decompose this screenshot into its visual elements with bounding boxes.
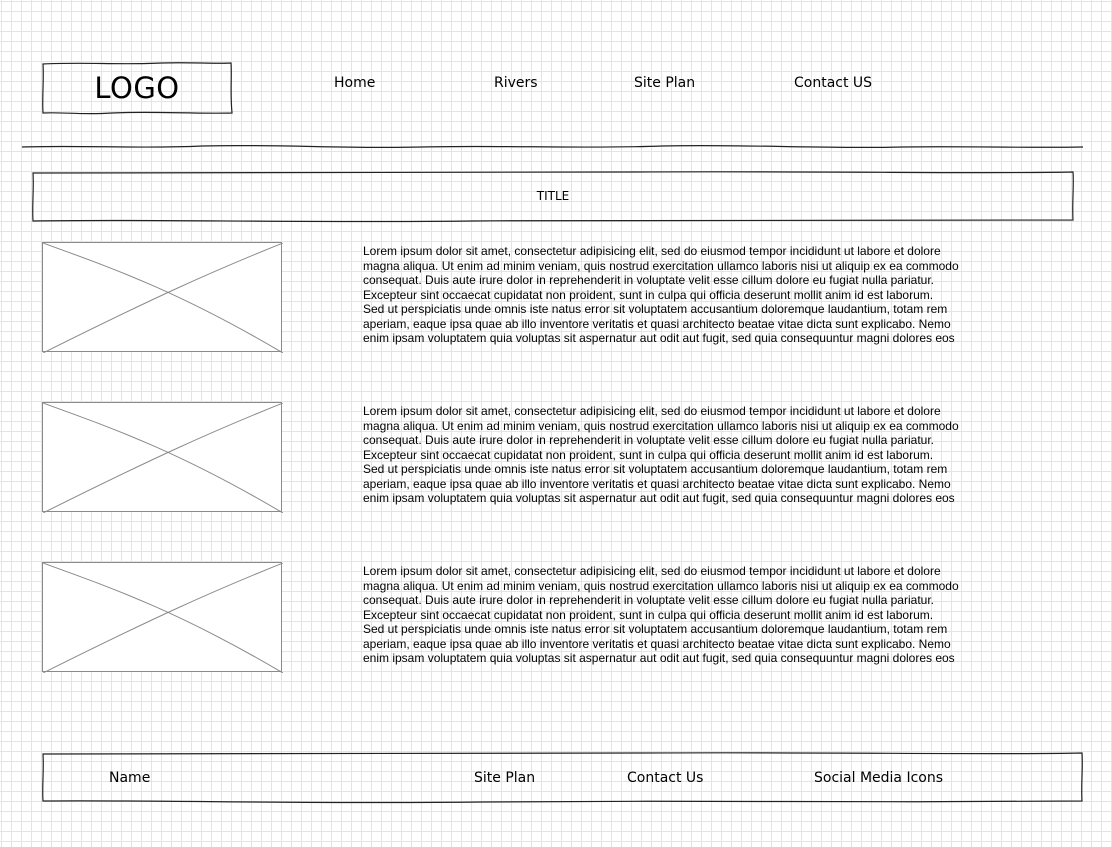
site-footer: Name Site Plan Contact Us Social Media I… [42,752,1084,804]
title-banner: TITLE [32,171,1074,223]
nav-contact-us[interactable]: Contact US [794,75,872,91]
header-divider [22,144,1084,149]
content-text: Lorem ipsum dolor sit amet, consectetur … [363,244,959,345]
footer-social-media-icons[interactable]: Social Media Icons [814,770,943,786]
page-title: TITLE [536,189,570,203]
logo-text: LOGO [94,71,180,105]
image-placeholder-cross [43,563,283,673]
content-text: Lorem ipsum dolor sit amet, consectetur … [363,564,959,665]
logo[interactable]: LOGO [42,62,233,115]
image-placeholder-icon [42,402,283,513]
content-text: Lorem ipsum dolor sit amet, consectetur … [363,404,959,505]
nav-rivers[interactable]: Rivers [494,75,538,91]
footer-contact-link[interactable]: Contact Us [627,770,703,786]
nav-site-plan[interactable]: Site Plan [634,75,695,91]
image-placeholder-cross [43,243,283,353]
image-placeholder-icon [42,242,283,353]
image-placeholder-icon [42,562,283,673]
image-placeholder-cross [43,403,283,513]
footer-site-plan-link[interactable]: Site Plan [474,770,535,786]
nav-home[interactable]: Home [334,75,375,91]
footer-name: Name [109,770,151,786]
